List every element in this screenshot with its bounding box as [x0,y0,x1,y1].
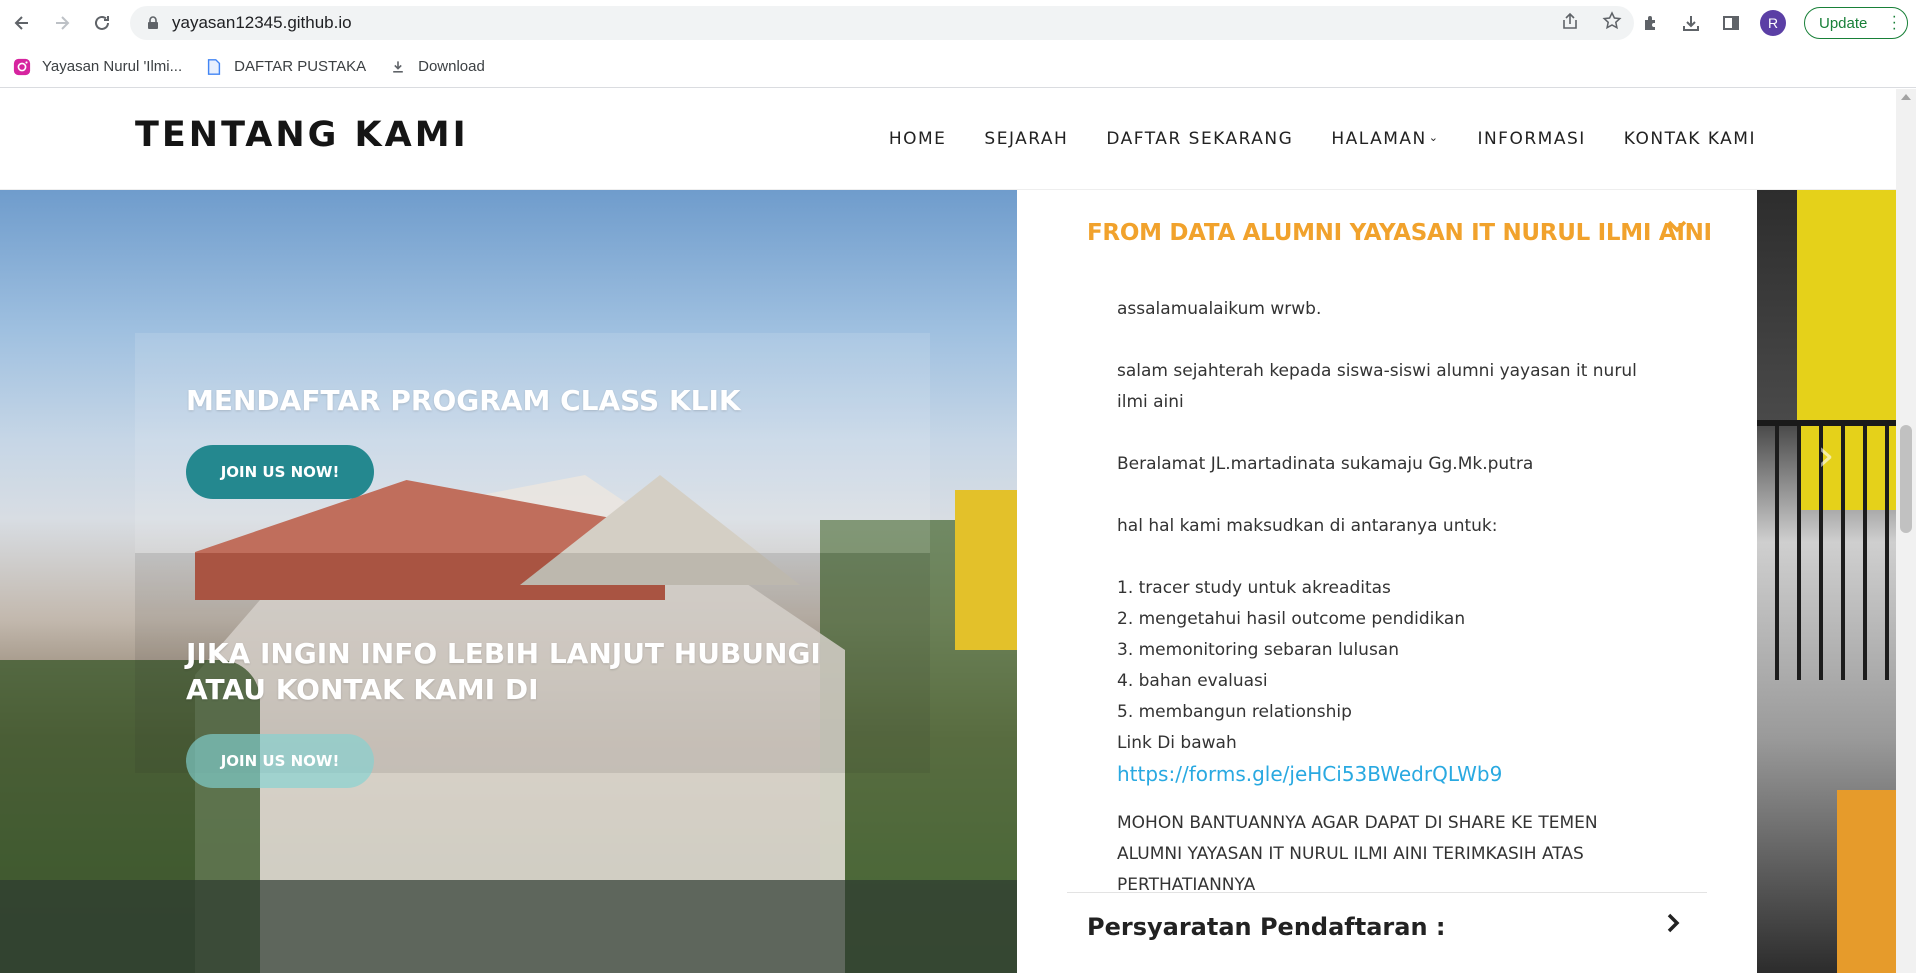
slider-next-arrow-icon[interactable]: › [1817,430,1835,481]
url-text: yayasan12345.github.io [172,13,352,32]
extensions-icon[interactable] [1640,12,1662,34]
bookmark-label: Download [418,58,485,75]
bookmarks-bar: Yayasan Nurul 'Ilmi... DAFTAR PUSTAKA Do… [0,46,1916,88]
alumni-accordion: FROM DATA ALUMNI YAYASAN IT NURUL ILMI A… [1017,190,1757,973]
site-header: TENTANG KAMI HOME SEJARAH DAFTAR SEKARAN… [0,89,1896,190]
salam-text: salam sejahterah kepada siswa-siswi alum… [1117,361,1637,412]
list-item: 4. bahan evaluasi [1117,671,1268,691]
reload-button[interactable] [84,5,120,41]
bookmark-label: Yayasan Nurul 'Ilmi... [42,58,183,75]
back-button[interactable] [4,5,40,41]
share-icon[interactable] [1560,11,1580,36]
nav-halaman-wrapper[interactable]: HALAMAN ⌄ [1331,129,1439,149]
chevron-down-icon: ⌄ [1428,131,1440,144]
chevron-down-icon[interactable] [1667,218,1687,239]
accordion-title-alumni[interactable]: FROM DATA ALUMNI YAYASAN IT NURUL ILMI A… [1087,220,1712,246]
accordion-title-persyaratan[interactable]: Persyaratan Pendaftaran : [1087,913,1445,941]
cta-title-contact: JIKA INGIN INFO LEBIH LANJUT HUBUNGI ATA… [186,637,821,706]
bookmark-item-yayasan[interactable]: Yayasan Nurul 'Ilmi... [12,57,182,77]
nav-home[interactable]: HOME [889,129,947,149]
address-text: Beralamat JL.martadinata sukamaju Gg.Mk.… [1117,454,1534,474]
side-image: › [1757,190,1896,973]
list-item: 2. mengetahui hasil outcome pendidikan [1117,609,1466,629]
lock-icon [146,16,160,30]
bookmark-star-icon[interactable] [1602,10,1622,36]
cta-panel-top [135,333,930,553]
intent-text: hal hal kami maksudkan di antaranya untu… [1117,516,1498,536]
closing-text: MOHON BANTUANNYA AGAR DAPAT DI SHARE KE … [1117,813,1598,895]
hero-ground [0,880,1017,973]
nav-informasi[interactable]: INFORMASI [1477,129,1585,149]
link-caption: Link Di bawah [1117,733,1237,753]
hero-yellow-wall [955,490,1017,650]
bookmark-item-daftar-pustaka[interactable]: DAFTAR PUSTAKA [204,57,366,77]
main-nav: HOME SEJARAH DAFTAR SEKARANG HALAMAN ⌄ IN… [889,129,1756,149]
site-title[interactable]: TENTANG KAMI [135,115,469,155]
forward-arrow-icon [56,16,70,30]
list-item: 3. memonitoring sebaran lulusan [1117,640,1400,660]
cta-title-register: MENDAFTAR PROGRAM CLASS KLIK [186,384,741,417]
list-item: 1. tracer study untuk akreaditas [1117,578,1391,598]
instagram-icon [12,57,32,77]
document-icon [204,57,224,77]
downloads-icon[interactable] [1680,12,1702,34]
back-arrow-icon [14,16,28,30]
page-scrollbar[interactable] [1896,89,1916,973]
nav-kontak-kami[interactable]: KONTAK KAMI [1624,129,1756,149]
accordion-divider [1067,892,1707,893]
nav-sejarah[interactable]: SEJARAH [984,129,1068,149]
browser-toolbar: yayasan12345.github.io R Update · · · [0,0,1916,46]
side-image-orange [1837,790,1896,973]
scrollbar-thumb[interactable] [1900,425,1912,533]
join-us-button[interactable]: JOIN US NOW! [186,445,374,499]
chevron-right-icon[interactable] [1667,913,1681,939]
menu-dots-icon[interactable]: · · · [1892,9,1897,37]
side-panel-icon[interactable] [1720,12,1742,34]
profile-avatar[interactable]: R [1760,10,1786,36]
join-us-button-secondary[interactable]: JOIN US NOW! [186,734,374,788]
download-icon [388,57,408,77]
reload-icon [95,15,109,30]
address-bar[interactable]: yayasan12345.github.io [130,6,1634,40]
nav-daftar-sekarang[interactable]: DAFTAR SEKARANG [1106,129,1293,149]
update-button[interactable]: Update · · · [1804,7,1908,39]
bookmark-label: DAFTAR PUSTAKA [234,58,367,75]
nav-halaman[interactable]: HALAMAN [1331,129,1426,149]
scroll-up-arrow-icon[interactable] [1901,94,1911,100]
forward-button[interactable] [44,5,80,41]
google-form-link[interactable]: https://forms.gle/jeHCi53BWedrQLWb9 [1117,759,1637,790]
bookmark-item-download[interactable]: Download [388,57,485,77]
greeting-text: assalamualaikum wrwb. [1117,299,1322,319]
update-label: Update [1819,14,1868,32]
list-item: 5. membangun relationship [1117,702,1352,722]
accordion-body: assalamualaikum wrwb. salam sejahterah k… [1117,294,1637,901]
